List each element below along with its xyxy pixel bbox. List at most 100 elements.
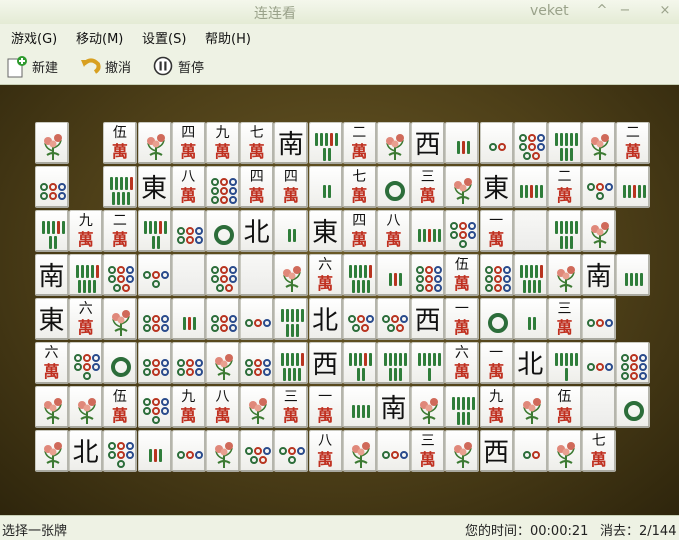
tile[interactable] [274, 210, 309, 252]
tile[interactable] [342, 430, 377, 472]
tile[interactable]: 一萬 [308, 386, 343, 428]
tile[interactable] [342, 386, 377, 428]
tile[interactable] [274, 254, 309, 296]
tile[interactable] [616, 254, 651, 296]
tile[interactable]: 南 [274, 122, 309, 164]
tile[interactable] [171, 298, 206, 340]
tile[interactable] [206, 298, 240, 340]
tile[interactable] [103, 166, 138, 208]
tile[interactable] [240, 430, 275, 472]
tile[interactable]: 七萬 [240, 122, 275, 164]
tile[interactable]: 伍萬 [103, 386, 138, 428]
tile[interactable] [548, 430, 582, 472]
tile[interactable] [479, 298, 514, 340]
tile[interactable]: 四萬 [171, 122, 206, 164]
tile[interactable]: 西 [479, 430, 514, 472]
tile[interactable] [513, 386, 548, 428]
tile[interactable]: 三萬 [274, 386, 309, 428]
menu-game[interactable]: 游戏(G) [11, 28, 57, 47]
tile[interactable]: 西 [411, 298, 446, 340]
tile[interactable] [513, 298, 548, 340]
tile[interactable] [274, 430, 309, 472]
tile[interactable] [35, 122, 69, 164]
tile[interactable] [69, 254, 104, 296]
tile[interactable] [582, 342, 617, 384]
tile[interactable] [445, 386, 480, 428]
tile[interactable] [103, 342, 138, 384]
tile[interactable] [103, 430, 138, 472]
tile[interactable] [35, 386, 69, 428]
tile[interactable]: 二萬 [548, 166, 582, 208]
tile[interactable]: 東 [137, 166, 172, 208]
tile[interactable] [377, 430, 411, 472]
tile[interactable] [137, 210, 172, 252]
tile[interactable] [206, 166, 240, 208]
tile[interactable] [103, 254, 138, 296]
tile[interactable] [582, 122, 617, 164]
tile[interactable] [171, 254, 206, 296]
maximize-icon[interactable]: ^ [594, 3, 610, 19]
tile[interactable] [342, 298, 377, 340]
tile[interactable] [240, 298, 275, 340]
tile[interactable]: 西 [411, 122, 446, 164]
tile[interactable] [342, 254, 377, 296]
tile[interactable] [240, 342, 275, 384]
tile[interactable] [206, 254, 240, 296]
tile[interactable] [445, 430, 480, 472]
tile[interactable]: 東 [479, 166, 514, 208]
tile[interactable]: 東 [35, 298, 69, 340]
tile[interactable] [513, 254, 548, 296]
tile[interactable] [35, 430, 69, 472]
minimize-icon[interactable]: − [617, 3, 633, 19]
tile[interactable]: 二萬 [342, 122, 377, 164]
tile[interactable] [274, 298, 309, 340]
tile[interactable]: 北 [308, 298, 343, 340]
tile[interactable] [137, 122, 172, 164]
tile[interactable] [445, 166, 480, 208]
tile[interactable]: 伍萬 [445, 254, 480, 296]
tile[interactable]: 六萬 [35, 342, 69, 384]
tile[interactable] [240, 386, 275, 428]
tile[interactable]: 八萬 [171, 166, 206, 208]
tile[interactable] [582, 166, 617, 208]
tile[interactable]: 二萬 [103, 210, 138, 252]
tile[interactable] [69, 386, 104, 428]
tile[interactable]: 八萬 [308, 430, 343, 472]
tile[interactable] [377, 342, 411, 384]
tile[interactable] [411, 386, 446, 428]
tile[interactable]: 南 [377, 386, 411, 428]
tile[interactable] [137, 342, 172, 384]
tile[interactable] [35, 166, 69, 208]
tile[interactable]: 八萬 [377, 210, 411, 252]
tile[interactable]: 七萬 [582, 430, 617, 472]
tile[interactable]: 南 [582, 254, 617, 296]
tile[interactable]: 四萬 [342, 210, 377, 252]
tile[interactable] [582, 298, 617, 340]
tile[interactable] [137, 254, 172, 296]
menu-help[interactable]: 帮助(H) [205, 28, 251, 47]
tile[interactable] [103, 298, 138, 340]
tile[interactable]: 伍萬 [548, 386, 582, 428]
tile[interactable]: 六萬 [69, 298, 104, 340]
tile[interactable] [308, 122, 343, 164]
tile[interactable] [69, 342, 104, 384]
tile[interactable] [137, 430, 172, 472]
tile[interactable] [377, 122, 411, 164]
pause-button[interactable]: 暂停 [153, 54, 204, 78]
tile[interactable] [513, 430, 548, 472]
tile[interactable] [513, 210, 548, 252]
tile[interactable] [513, 166, 548, 208]
tile[interactable] [582, 210, 617, 252]
tile[interactable] [137, 298, 172, 340]
tile[interactable] [548, 342, 582, 384]
tile[interactable]: 九萬 [171, 386, 206, 428]
tile[interactable]: 八萬 [206, 386, 240, 428]
tile[interactable]: 南 [35, 254, 69, 296]
tile[interactable] [411, 342, 446, 384]
tile[interactable] [308, 166, 343, 208]
tile[interactable]: 二萬 [616, 122, 651, 164]
tile[interactable]: 北 [69, 430, 104, 472]
tile[interactable] [206, 430, 240, 472]
tile[interactable] [274, 342, 309, 384]
menu-settings[interactable]: 设置(S) [142, 28, 186, 47]
